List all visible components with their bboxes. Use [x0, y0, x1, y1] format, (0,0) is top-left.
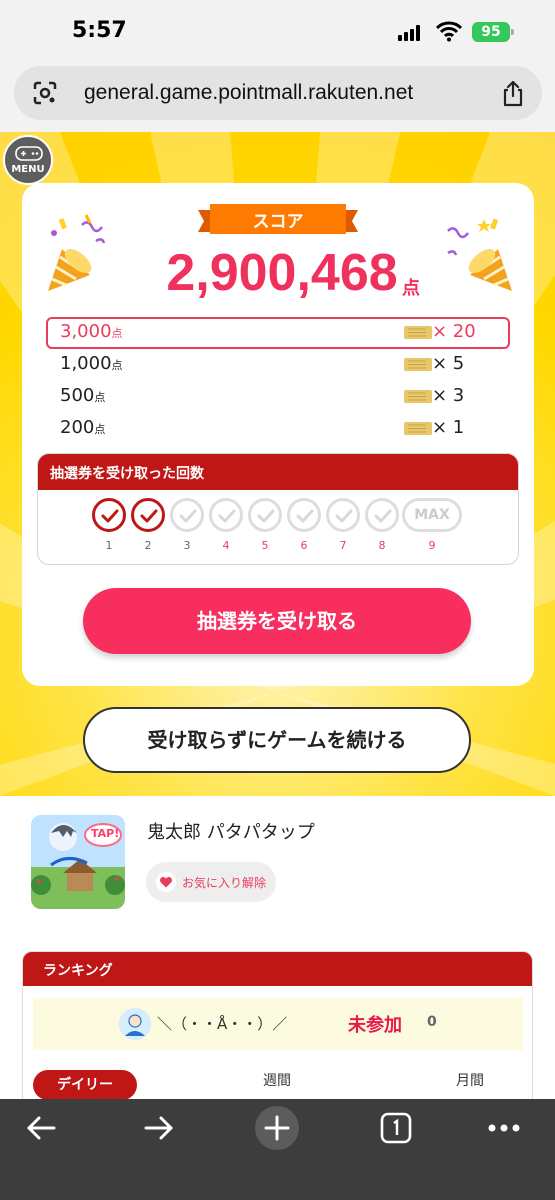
prize-tier-row: 200点 × 1 [46, 413, 510, 445]
share-icon[interactable] [500, 79, 526, 107]
ticket-count-steps: 1 2 3 4 5 6 7 8 MAX 9 [38, 498, 518, 562]
google-lens-icon[interactable] [32, 80, 58, 106]
score-unit: 点 [402, 278, 420, 299]
result-card: スコア 2,900,468 点 3,000点 × 20 1,000点 × 5 5… [22, 183, 534, 686]
step-number: 3 [183, 539, 191, 552]
check-icon [257, 509, 275, 523]
ticket-icon [404, 422, 432, 435]
step-circle [92, 498, 126, 532]
step-number: 1 [105, 539, 113, 552]
remove-favorite-button[interactable]: お気に入り解除 [146, 862, 276, 902]
tier-multiplier: × 3 [432, 385, 465, 406]
step-number: 9 [428, 539, 436, 552]
tier-multiplier: × 20 [432, 321, 476, 342]
tab-daily[interactable]: デイリー [33, 1070, 137, 1100]
step-circle [209, 498, 243, 532]
prize-tier-row: 500点 × 3 [46, 381, 510, 413]
browser-bottom-toolbar [0, 1099, 555, 1200]
check-icon [374, 509, 392, 523]
prize-tier-list: 3,000点 × 20 1,000点 × 5 500点 × 3 200点 × 1 [46, 317, 510, 445]
status-bar: 5:57 95 [0, 0, 555, 62]
check-icon [140, 509, 158, 523]
ranking-nickname: ＼（・・Å・・）／ [157, 1015, 288, 1033]
step-circle [365, 498, 399, 532]
forward-arrow-icon[interactable] [144, 1115, 174, 1141]
new-tab-icon[interactable] [254, 1105, 300, 1151]
step-number: 7 [339, 539, 347, 552]
ranking-panel: ランキング ＼（・・Å・・）／ 未参加 0 デイリー 週間 月間 [22, 951, 533, 1111]
menu-button[interactable]: MENU [3, 135, 53, 185]
ranking-status: 未参加 [348, 1015, 402, 1036]
step-number: 6 [300, 539, 308, 552]
continue-game-button[interactable]: 受け取らずにゲームを続ける [83, 707, 471, 773]
ticket-count-panel: 抽選券を受け取った回数 1 2 3 4 5 6 7 8 MAX 9 [37, 453, 519, 565]
menu-label: MENU [11, 164, 45, 175]
status-time: 5:57 [72, 18, 127, 43]
tier-points: 3,000点 [60, 321, 123, 342]
step-number: 2 [144, 539, 152, 552]
check-icon [101, 509, 119, 523]
ticket-icon [404, 358, 432, 371]
prize-tier-row: 1,000点 × 5 [46, 349, 510, 381]
score-ribbon [198, 204, 358, 234]
my-ranking-row: ＼（・・Å・・）／ 未参加 0 [33, 998, 523, 1050]
step-circle [131, 498, 165, 532]
check-icon [296, 509, 314, 523]
game-result-area: MENU スコア 2,900,468 点 3,000点 × 20 1,000点 … [0, 132, 555, 796]
prize-tier-row: 3,000点 × 20 [46, 317, 510, 349]
address-bar[interactable]: general.game.pointmall.rakuten.net [14, 66, 542, 120]
check-icon [335, 509, 353, 523]
tab-switcher-icon[interactable] [380, 1112, 412, 1144]
thumb-tap-badge: TAP! [91, 827, 120, 840]
tier-points: 1,000点 [60, 353, 123, 374]
gamepad-icon [15, 146, 43, 161]
game-title: 鬼太郎 パタパタップ [147, 822, 315, 843]
step-number: 4 [222, 539, 230, 552]
step-circle [326, 498, 360, 532]
step-circle [248, 498, 282, 532]
step-circle [287, 498, 321, 532]
tab-weekly[interactable]: 週間 [263, 1070, 291, 1090]
receive-ticket-button[interactable]: 抽選券を受け取る [83, 588, 471, 654]
tier-multiplier: × 5 [432, 353, 465, 374]
url-text[interactable]: general.game.pointmall.rakuten.net [84, 81, 413, 105]
party-popper-icon [48, 214, 106, 291]
tab-monthly[interactable]: 月間 [456, 1070, 484, 1090]
signal-icon [398, 25, 424, 41]
back-arrow-icon[interactable] [26, 1115, 56, 1141]
step-number: 5 [261, 539, 269, 552]
battery-indicator: 95 [472, 22, 514, 42]
tier-points: 200点 [60, 417, 106, 438]
tier-multiplier: × 1 [432, 417, 465, 438]
tier-points: 500点 [60, 385, 106, 406]
score-value: 2,900,468 [166, 244, 398, 302]
check-icon [179, 509, 197, 523]
ranking-title: ランキング [23, 952, 532, 986]
ranking-count: 0 [427, 1014, 437, 1030]
avatar [119, 1008, 151, 1040]
party-popper-icon [447, 218, 512, 291]
wifi-icon [436, 21, 462, 42]
ticket-icon [404, 326, 432, 339]
game-thumbnail[interactable]: TAP! [31, 815, 125, 909]
heart-icon [156, 872, 176, 892]
browser-toolbar: general.game.pointmall.rakuten.net [0, 62, 555, 132]
remove-favorite-label: お気に入り解除 [182, 876, 267, 890]
ticket-icon [404, 390, 432, 403]
step-circle [170, 498, 204, 532]
more-options-icon[interactable] [488, 1124, 520, 1132]
step-number: 8 [378, 539, 386, 552]
check-icon [218, 509, 236, 523]
ticket-count-title: 抽選券を受け取った回数 [38, 454, 518, 490]
max-step-badge: MAX [402, 498, 462, 532]
